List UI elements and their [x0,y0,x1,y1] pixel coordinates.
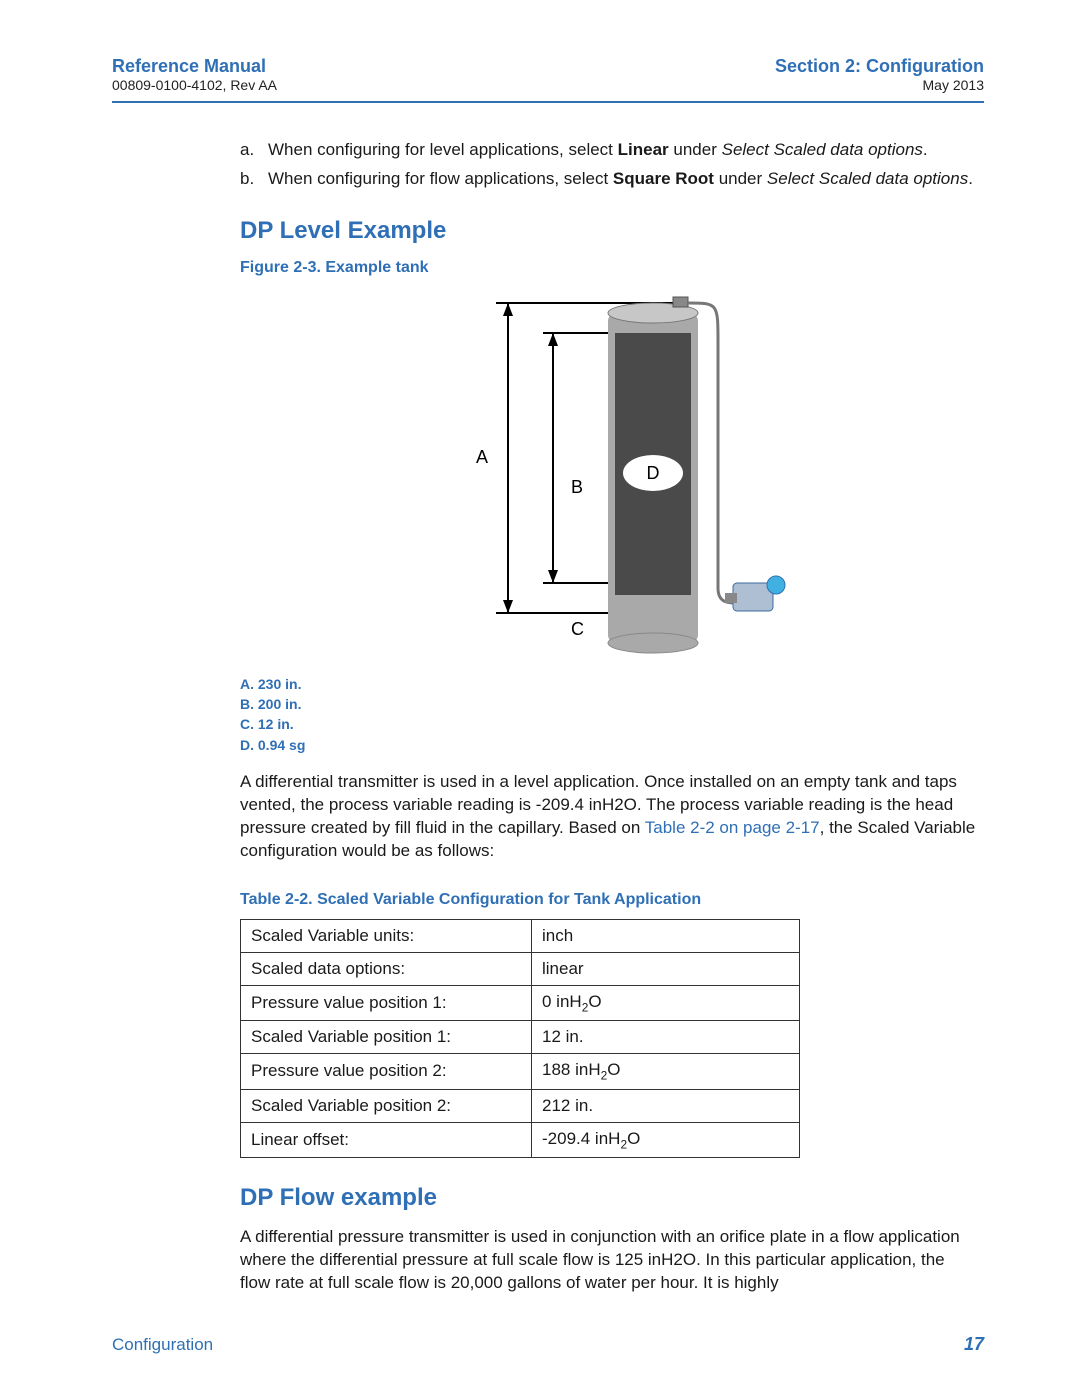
text-span: . [923,140,928,159]
table-cell-key: Linear offset: [241,1122,532,1157]
table-cell-key: Scaled Variable position 1: [241,1021,532,1054]
value-pre: 0 inH [542,992,582,1011]
header-left: Reference Manual 00809-0100-4102, Rev AA [112,56,277,93]
value-pre: -209.4 inH [542,1129,620,1148]
table-cell-key: Pressure value position 1: [241,985,532,1020]
paragraph-2: A differential pressure transmitter is u… [240,1226,976,1295]
table-row: Pressure value position 1: 0 inH2O [241,985,800,1020]
list-marker: b. [240,168,268,191]
text-italic: Select Scaled data options [767,169,968,188]
list-marker: a. [240,139,268,162]
scaled-variable-table: Scaled Variable units: inch Scaled data … [240,919,800,1158]
table-cell-value: 212 in. [532,1089,800,1122]
table-row: Pressure value position 2: 188 inH2O [241,1054,800,1089]
legend-d: D. 0.94 sg [240,735,976,755]
table-row: Scaled Variable position 1: 12 in. [241,1021,800,1054]
header-left-sub: 00809-0100-4102, Rev AA [112,77,277,93]
value-post: O [588,992,601,1011]
table-cell-key: Scaled Variable units: [241,919,532,952]
dim-label-C: C [571,619,584,639]
text-bold: Linear [618,140,669,159]
paragraph-1: A differential transmitter is used in a … [240,771,976,863]
list-item-a: a. When configuring for level applicatio… [240,139,976,162]
legend-c: C. 12 in. [240,714,976,734]
dim-label-B: B [571,477,583,497]
table-cross-ref-link[interactable]: Table 2-2 on page 2-17 [645,818,820,837]
text-span: under [714,169,767,188]
text-span: When configuring for flow applications, … [268,169,613,188]
table-row: Linear offset: -209.4 inH2O [241,1122,800,1157]
table-cell-value: inch [532,919,800,952]
tank-diagram-icon: A B D [378,283,838,663]
text-italic: Select Scaled data options [722,140,923,159]
header-right: Section 2: Configuration May 2013 [775,56,984,93]
table-cell-value: 188 inH2O [532,1054,800,1089]
table-cell-value: -209.4 inH2O [532,1122,800,1157]
footer-page-number: 17 [964,1334,984,1355]
footer-section-name: Configuration [112,1335,213,1355]
value-post: O [627,1129,640,1148]
legend-a: A. 230 in. [240,674,976,694]
legend-b: B. 200 in. [240,694,976,714]
dim-label-A: A [476,447,488,467]
table-cell-key: Scaled data options: [241,952,532,985]
heading-dp-flow: DP Flow example [240,1184,976,1212]
table-cell-key: Pressure value position 2: [241,1054,532,1089]
main-content: a. When configuring for level applicatio… [240,139,976,1295]
table-caption: Table 2-2. Scaled Variable Configuration… [240,891,976,909]
table-row: Scaled data options: linear [241,952,800,985]
text-span: When configuring for level applications,… [268,140,618,159]
table-cell-value: 0 inH2O [532,985,800,1020]
figure-legend: A. 230 in. B. 200 in. C. 12 in. D. 0.94 … [240,674,976,755]
heading-dp-level: DP Level Example [240,217,976,245]
list-text: When configuring for flow applications, … [268,168,976,191]
figure-tank: A B D [240,283,976,668]
page-container: Reference Manual 00809-0100-4102, Rev AA… [0,0,1080,1397]
table-cell-value: linear [532,952,800,985]
table-cell-value: 12 in. [532,1021,800,1054]
header-right-sub: May 2013 [775,77,984,93]
value-post: O [607,1060,620,1079]
text-bold: Square Root [613,169,714,188]
table-row: Scaled Variable units: inch [241,919,800,952]
header-left-title: Reference Manual [112,56,277,77]
list-item-b: b. When configuring for flow application… [240,168,976,191]
value-pre: 188 inH [542,1060,601,1079]
list-text: When configuring for level applications,… [268,139,976,162]
text-span: under [669,140,722,159]
dim-label-D: D [647,463,660,483]
page-header: Reference Manual 00809-0100-4102, Rev AA… [112,56,984,103]
table-row: Scaled Variable position 2: 212 in. [241,1089,800,1122]
header-right-title: Section 2: Configuration [775,56,984,77]
text-span: . [968,169,973,188]
figure-caption: Figure 2-3. Example tank [240,259,976,277]
table-cell-key: Scaled Variable position 2: [241,1089,532,1122]
